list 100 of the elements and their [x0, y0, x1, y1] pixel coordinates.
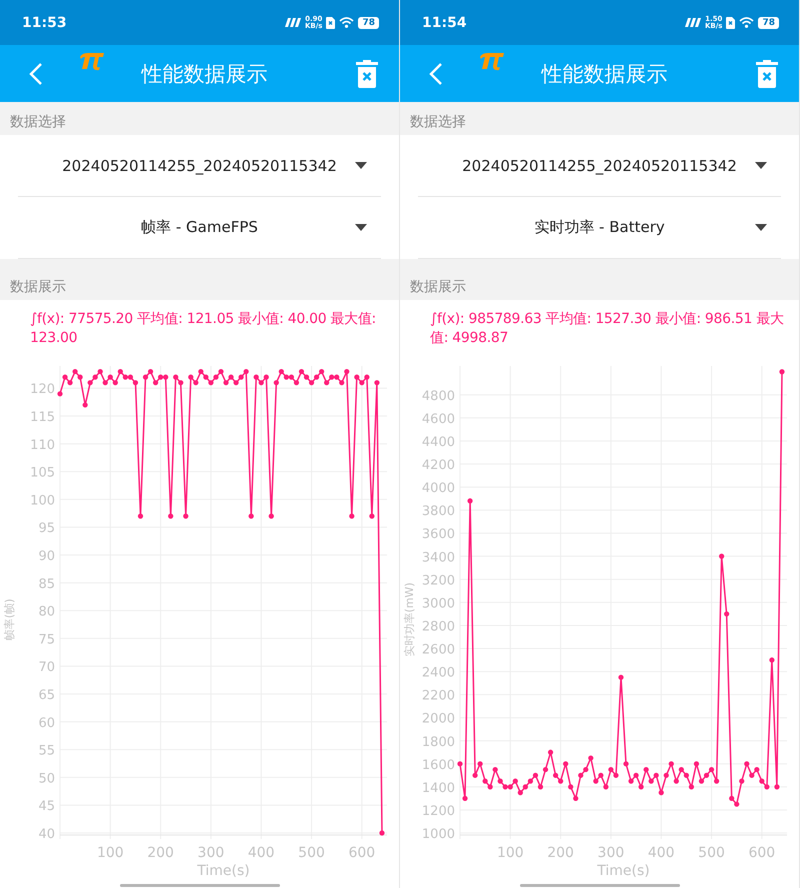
section-header: 数据选择	[0, 102, 399, 135]
x-axis-title: Time(s)	[197, 863, 250, 879]
data-point	[274, 380, 279, 386]
caret-icon	[755, 224, 767, 231]
y-tick-label: 65	[38, 688, 55, 703]
y-tick-label: 50	[38, 771, 55, 786]
data-point	[719, 554, 724, 559]
data-point	[563, 761, 568, 766]
data-point	[714, 778, 720, 784]
data-point	[694, 761, 700, 766]
x-tick-label: 600	[748, 845, 776, 861]
back-icon	[429, 62, 443, 86]
y-tick-label: 95	[38, 521, 55, 536]
x-tick-label: 300	[598, 845, 624, 861]
wifi-icon	[739, 17, 754, 28]
data-point	[588, 755, 594, 761]
x-tick-label: 500	[298, 845, 325, 861]
y-axis-title: 帧率(帧)	[3, 598, 16, 640]
data-point	[664, 772, 669, 778]
back-icon	[29, 62, 43, 86]
data-point	[478, 761, 483, 766]
data-point	[568, 784, 574, 790]
y-tick-label: 4000	[422, 481, 455, 496]
data-point	[492, 766, 498, 772]
data-point	[57, 391, 63, 396]
y-tick-label: 40	[38, 827, 55, 842]
y-tick-label: 2600	[422, 642, 455, 658]
y-tick-label: 1000	[422, 827, 455, 842]
data-point	[462, 796, 468, 801]
y-tick-label: 70	[38, 660, 55, 676]
x-tick-label: 400	[648, 845, 675, 861]
y-tick-label: 1600	[422, 758, 455, 773]
caret-icon	[755, 162, 767, 169]
y-tick-label: 3400	[422, 550, 455, 566]
data-point	[548, 750, 554, 755]
y-tick-label: 3600	[422, 527, 455, 542]
stats-summary: ∫f(x): 985789.63 平均值: 1527.30 最小值: 986.51 最大值: 4998.87	[429, 310, 785, 348]
data-point	[769, 657, 774, 663]
sim-card-icon	[326, 16, 336, 28]
y-tick-label: 85	[38, 576, 55, 592]
caret-icon	[355, 224, 367, 231]
delete-icon	[356, 60, 378, 88]
y-tick-label: 55	[38, 744, 55, 759]
data-point	[379, 830, 385, 836]
data-point	[623, 761, 629, 766]
data-point	[638, 784, 644, 790]
y-tick-label: 120	[30, 382, 55, 398]
y-tick-label: 1800	[422, 734, 455, 750]
stats-summary: ∫f(x): 77575.20 平均值: 121.05 最小值: 40.00 最大值: 123.00	[29, 310, 377, 348]
y-tick-label: 3000	[422, 596, 455, 612]
status-time: 11:53	[22, 14, 68, 30]
y-tick-label: 3800	[422, 504, 455, 520]
data-point	[369, 514, 374, 519]
data-point	[674, 778, 679, 784]
y-tick-label: 115	[30, 410, 55, 426]
screen-title: 性能数据展示	[542, 60, 668, 88]
y-tick-label: 60	[38, 716, 55, 731]
data-point	[374, 380, 380, 386]
x-tick-label: 100	[96, 845, 124, 861]
data-point	[268, 514, 274, 519]
y-tick-label: 80	[38, 604, 55, 620]
data-point	[724, 611, 730, 617]
data-point	[472, 772, 478, 778]
data-point	[779, 369, 785, 374]
x-tick-label: 200	[147, 845, 174, 861]
x-tick-label: 300	[198, 845, 224, 861]
data-point	[138, 514, 144, 519]
data-point	[248, 514, 254, 519]
data-point	[82, 402, 88, 408]
logo-icon	[478, 51, 506, 71]
data-point	[774, 784, 780, 790]
y-tick-label: 100	[30, 493, 55, 508]
y-tick-label: 2200	[422, 688, 455, 704]
y-tick-label: 2000	[422, 712, 455, 727]
y-tick-label: 1200	[422, 804, 455, 819]
y-tick-label: 4200	[422, 458, 455, 473]
data-point	[688, 784, 694, 790]
wifi-icon	[339, 17, 354, 28]
y-tick-label: 4600	[422, 412, 455, 427]
y-tick-label: 75	[38, 632, 55, 648]
status-time: 11:54	[422, 14, 468, 30]
y-tick-label: 1400	[422, 780, 455, 796]
signal-icon	[682, 18, 701, 27]
data-point	[183, 514, 188, 519]
battery-level: 78	[758, 16, 779, 28]
data-point	[542, 766, 548, 772]
y-tick-label: 4400	[422, 434, 455, 450]
y-tick-label: 2400	[422, 666, 455, 681]
logo-icon	[78, 51, 106, 71]
x-axis-title: Time(s)	[597, 863, 650, 879]
data-point	[739, 778, 744, 784]
data-point	[538, 784, 544, 790]
data-point	[644, 766, 649, 772]
y-tick-label: 45	[38, 799, 55, 814]
data-point	[457, 761, 463, 766]
x-tick-label: 600	[348, 845, 376, 861]
y-tick-label: 2800	[422, 619, 455, 634]
data-point	[573, 796, 578, 801]
y-tick-label: 3200	[422, 573, 455, 588]
signal-icon	[282, 18, 301, 27]
